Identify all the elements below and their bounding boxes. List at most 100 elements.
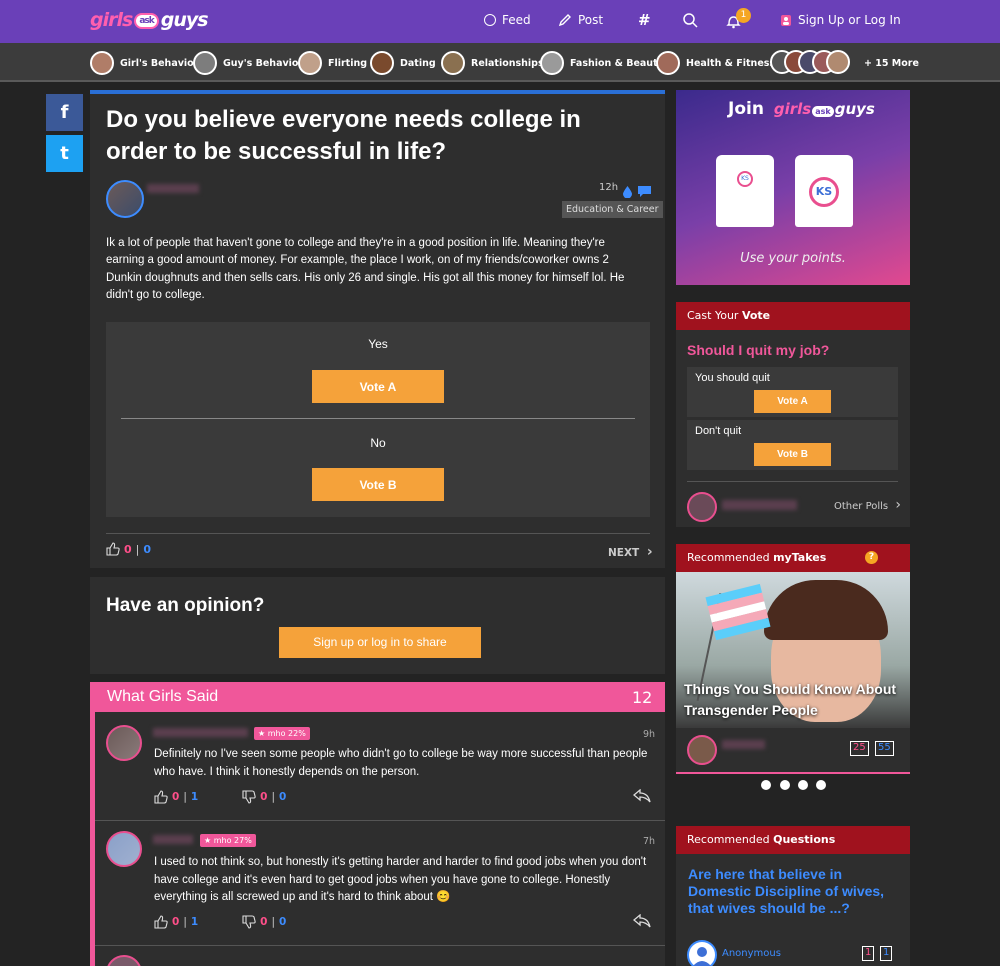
category-label: Relationships (471, 57, 544, 69)
mho-badge: ★ mho 22% (254, 727, 310, 740)
carousel-dot[interactable] (761, 780, 771, 790)
reply-icon[interactable] (632, 788, 651, 807)
mytakes-head-prefix: Recommended (687, 551, 774, 564)
feed-icon (484, 14, 496, 26)
category-label: Girl's Behavior (120, 57, 199, 69)
poll-option-a-label: Yes (368, 337, 388, 351)
mho-badge-text: mho 27% (213, 836, 252, 845)
commenter-name-blurred[interactable] (153, 728, 248, 737)
logo-girls: girls (90, 9, 133, 31)
anonymous-avatar-icon (687, 940, 717, 966)
next-question-link[interactable]: NEXT › (608, 544, 653, 560)
comment-separator (95, 945, 665, 946)
upvote-count: 0 (172, 916, 180, 928)
mytake-author-name-blurred[interactable] (722, 740, 765, 749)
downvote-count: 0 (260, 916, 268, 928)
carousel-dot[interactable] (798, 780, 808, 790)
pencil-icon (558, 14, 571, 27)
side-vote-a-button[interactable]: Vote A (754, 390, 831, 413)
reply-icon[interactable] (632, 913, 651, 932)
category-avatar (193, 51, 217, 75)
downvote-count-blue: 0 (279, 916, 287, 928)
next-label: NEXT (608, 547, 640, 559)
upvote-count-blue: 1 (190, 916, 199, 928)
thumbs-up-icon[interactable] (154, 915, 168, 929)
user-icon (781, 14, 791, 26)
category-health-fitness[interactable]: Health & Fitness (656, 50, 775, 76)
shirt-logo: KS (809, 177, 839, 207)
author-name-blurred[interactable] (147, 184, 199, 193)
author-avatar[interactable] (106, 180, 144, 218)
poll-option-b-label: No (370, 436, 386, 450)
like-count-blue: 0 (143, 542, 152, 556)
thumbs-down-icon[interactable] (242, 790, 256, 804)
join-logo-guys: guys (834, 100, 875, 118)
nav-post[interactable]: Post (558, 13, 603, 27)
chevron-right-icon: › (895, 497, 901, 513)
notification-badge: 1 (736, 8, 751, 23)
mytake-author-avatar[interactable] (687, 735, 717, 765)
carousel-dot[interactable] (816, 780, 826, 790)
category-label: Health & Fitness (686, 57, 776, 69)
vote-b-button[interactable]: Vote B (312, 468, 444, 501)
hashtag-label: # (638, 11, 651, 29)
rec-question-title[interactable]: Are here that believe in Domestic Discip… (688, 866, 898, 917)
category-dating[interactable]: Dating (370, 50, 436, 76)
mho-badge-text: mho 22% (267, 729, 306, 738)
commenter-name-blurred[interactable] (153, 835, 193, 844)
hashtag-icon[interactable]: # (638, 11, 651, 29)
thumbs-down-icon[interactable] (242, 915, 256, 929)
category-girls-behavior[interactable]: Girl's Behavior (90, 50, 198, 76)
nav-feed-label: Feed (502, 13, 531, 27)
join-label: Join (728, 99, 764, 119)
nav-feed[interactable]: Feed (484, 13, 531, 27)
category-guys-behavior[interactable]: Guy's Behavior (193, 50, 303, 76)
transgender-flag (705, 583, 771, 641)
carousel-dot[interactable] (780, 780, 790, 790)
logo-guys: guys (160, 9, 209, 31)
question-like-bar: 0 | 0 (106, 542, 151, 556)
poll-author-avatar[interactable] (687, 492, 717, 522)
commenter-avatar[interactable] (106, 831, 142, 867)
mytake-underline (676, 772, 910, 774)
poll-author-name-blurred[interactable] (722, 500, 797, 510)
vote-a-button[interactable]: Vote A (312, 370, 444, 403)
commenter-avatar[interactable] (106, 725, 142, 761)
rec-question-author[interactable]: Anonymous (722, 948, 781, 959)
logo-ask: ask (134, 12, 159, 29)
upvote-count: 0 (172, 791, 180, 803)
girl-drop-icon (623, 183, 632, 202)
mytake-title[interactable]: Things You Should Know About Transgender… (684, 679, 908, 721)
category-tag[interactable]: Education & Career (562, 201, 663, 218)
help-icon[interactable]: ? (865, 551, 878, 564)
cast-vote-header: Cast Your Vote (676, 302, 910, 330)
twitter-share-button[interactable]: t (46, 135, 83, 172)
join-title: Join girls ask guys (728, 99, 875, 119)
category-avatar (656, 51, 680, 75)
thumbs-up-icon[interactable] (154, 790, 168, 804)
category-fashion-beauty[interactable]: Fashion & Beauty (540, 50, 664, 76)
signup-to-share-button[interactable]: Sign up or log in to share (279, 627, 481, 658)
comment-actions: 0 | 1 0 | 0 (154, 915, 286, 929)
other-polls-link[interactable]: Other Polls › (834, 497, 901, 513)
site-logo[interactable]: girls ask guys (90, 9, 209, 31)
category-avatar (441, 51, 465, 75)
join-subtitle: Use your points. (740, 251, 846, 266)
question-body: Ik a lot of people that haven't gone to … (106, 237, 625, 301)
person-hair (764, 580, 888, 640)
search-icon[interactable] (683, 13, 698, 32)
category-relationships[interactable]: Relationships (441, 50, 544, 76)
nav-post-label: Post (578, 13, 604, 27)
side-poll-option-label: You should quit (695, 372, 770, 384)
thumbs-up-icon[interactable] (106, 542, 120, 556)
question-time: 12h (599, 182, 619, 193)
more-categories[interactable]: + 15 More (770, 50, 919, 76)
cast-vote-head-prefix: Cast Your (687, 309, 742, 322)
category-flirting[interactable]: Flirting (298, 50, 367, 76)
side-vote-b-button[interactable]: Vote B (754, 443, 831, 466)
signup-login-link[interactable]: Sign Up or Log In (780, 13, 901, 27)
mho-badge: ★ mho 27% (200, 834, 256, 847)
facebook-share-button[interactable]: f (46, 94, 83, 131)
category-label: Dating (400, 57, 436, 69)
side-poll-question[interactable]: Should I quit my job? (687, 342, 829, 358)
